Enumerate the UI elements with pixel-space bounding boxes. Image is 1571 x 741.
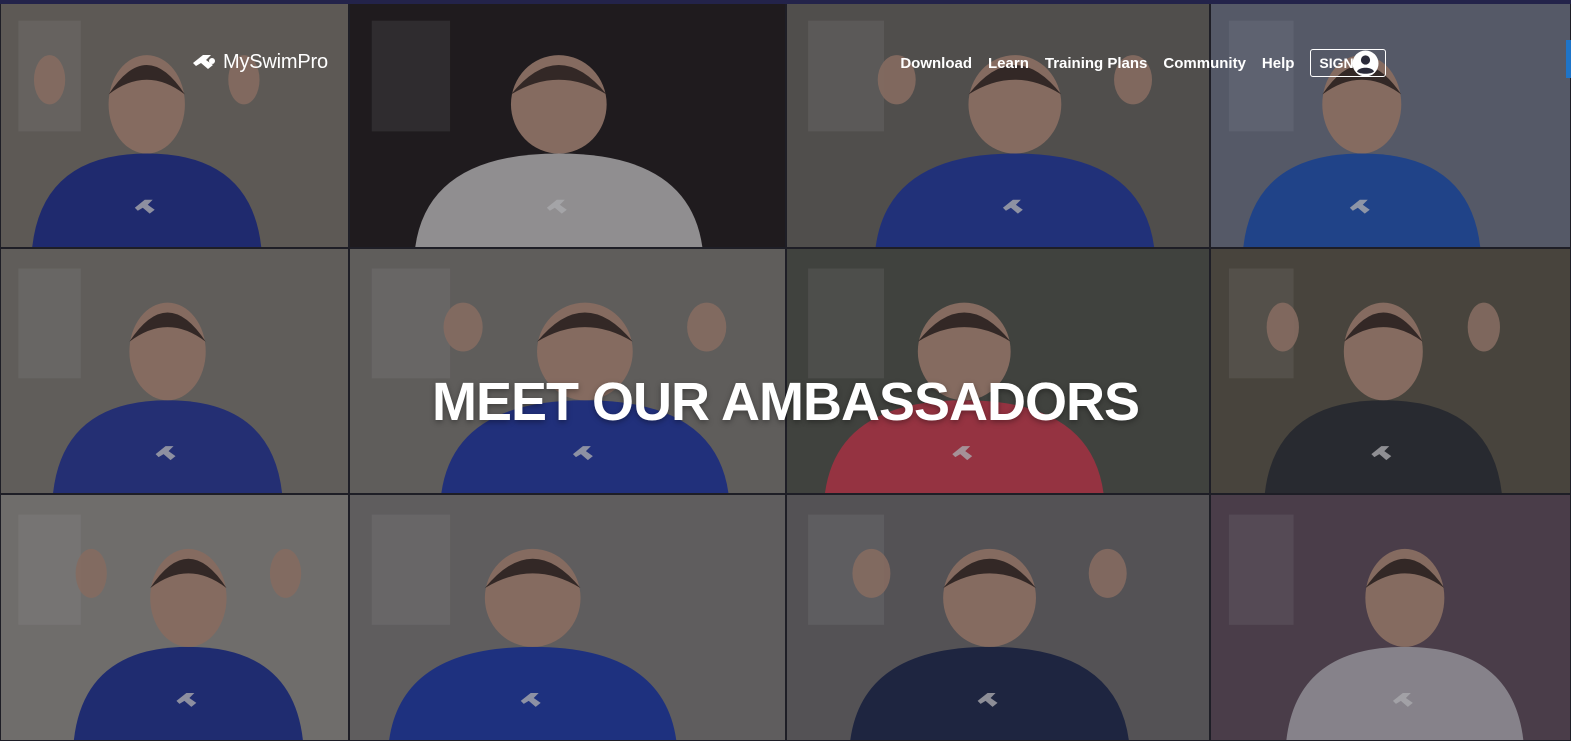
ambassador-portrait [808,514,1129,740]
nav-help[interactable]: Help [1262,55,1295,72]
ambassador-portrait [371,20,703,247]
nav-training-plans[interactable]: Training Plans [1045,55,1148,72]
hero-title: MEET OUR AMBASSADORS [431,372,1140,433]
top-accent-bar [0,0,1571,4]
ambassador-portrait [18,20,262,247]
nav-learn[interactable]: Learn [988,55,1029,72]
ambassador-portrait [18,514,303,740]
video-tile [786,0,1210,248]
nav-community[interactable]: Community [1163,55,1246,72]
video-tile [349,0,786,248]
ambassador-portrait [808,20,1155,247]
hero-section: MySwimPro Download Learn Training Plans … [0,0,1571,741]
side-tab[interactable] [1566,40,1571,78]
main-nav: Download Learn Training Plans Community … [884,47,1386,79]
user-account-icon[interactable] [1352,50,1379,77]
video-tile [349,494,786,741]
nav-download[interactable]: Download [900,55,972,72]
ambassador-portrait [1228,20,1481,247]
video-tile [1210,0,1571,248]
brand-name: MySwimPro [223,50,328,73]
swimmer-logo-icon [193,55,215,69]
video-tile [0,0,349,248]
video-tile [786,494,1210,741]
video-tile [0,494,349,741]
ambassador-portrait [371,514,677,740]
brand-logo[interactable]: MySwimPro [191,46,328,78]
ambassador-portrait [1228,514,1524,740]
video-tile [1210,494,1571,741]
